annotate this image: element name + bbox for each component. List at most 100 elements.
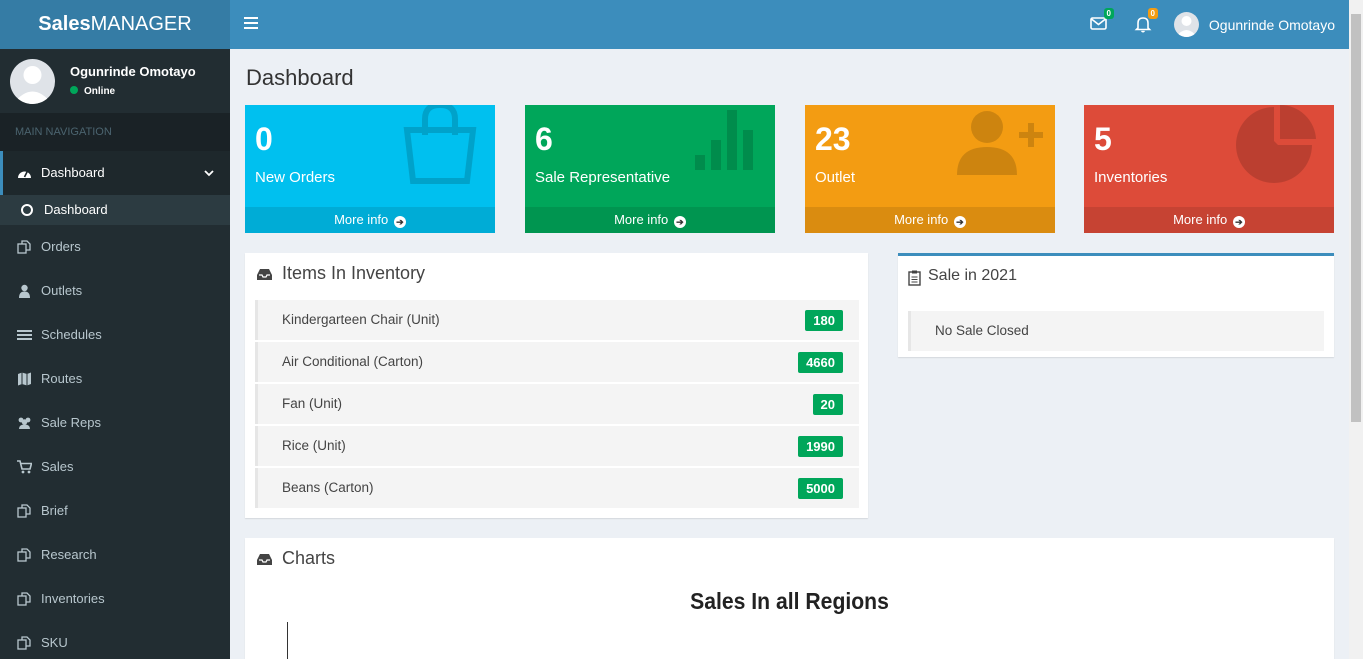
- more-info-label: More info: [894, 212, 949, 227]
- more-info-label: More info: [614, 212, 669, 227]
- more-info-link[interactable]: More info ➔: [805, 207, 1055, 233]
- sidebar-item-label: Brief: [41, 503, 68, 518]
- user-icon: [19, 284, 30, 298]
- stat-label: Inventories: [1094, 169, 1168, 186]
- arrow-circle-right-icon: ➔: [953, 216, 966, 228]
- sidebar: Ogunrinde Omotayo Online MAIN NAVIGATION…: [0, 49, 230, 659]
- more-info-link[interactable]: More info ➔: [525, 207, 775, 233]
- sidebar-item-label: Research: [41, 547, 97, 562]
- pie-chart-icon: [1236, 105, 1316, 183]
- sidebar-user-panel: Ogunrinde Omotayo Online: [0, 49, 230, 113]
- status-indicator: Online: [70, 86, 115, 97]
- users-icon: [18, 417, 31, 429]
- inventory-box: Items In Inventory Kindergarteen Chair (…: [245, 253, 868, 518]
- chart-y-axis: [287, 622, 288, 659]
- sidebar-item-label: Inventories: [41, 591, 105, 606]
- more-info-label: More info: [334, 212, 389, 227]
- more-info-link[interactable]: More info ➔: [245, 207, 495, 233]
- sales-box: Sale in 2021 No Sale Closed: [898, 253, 1334, 357]
- sidebar-avatar: [10, 59, 55, 104]
- scrollbar-thumb[interactable]: [1351, 14, 1361, 422]
- sidebar-header: MAIN NAVIGATION: [0, 113, 230, 151]
- header-user-name: Ogunrinde Omotayo: [1208, 16, 1335, 33]
- sidebar-item-orders[interactable]: Orders: [0, 225, 230, 269]
- sidebar-subitem-label: Dashboard: [44, 202, 108, 217]
- stat-value: 0: [255, 121, 273, 157]
- notifications-badge: 0: [1147, 8, 1158, 19]
- list-item: No Sale Closed: [908, 311, 1324, 351]
- shopping-bag-icon: [403, 105, 477, 184]
- charts-title: Charts: [282, 548, 336, 568]
- status-text: Online: [84, 86, 116, 97]
- arrow-circle-right-icon: ➔: [393, 216, 406, 228]
- sidebar-item-sale-reps[interactable]: Sale Reps: [0, 401, 230, 445]
- stat-box-inventories: 5 Inventories More info ➔: [1084, 105, 1334, 233]
- sidebar-item-research[interactable]: Research: [0, 533, 230, 577]
- stat-value: 6: [535, 121, 553, 157]
- user-avatar: [1173, 12, 1199, 37]
- stat-value: 5: [1094, 121, 1112, 157]
- copy-icon: [17, 240, 31, 254]
- stat-box-sale-representative: 6 Sale Representative More info ➔: [525, 105, 775, 233]
- quantity-badge: 4660: [798, 352, 843, 373]
- quantity-badge: 1990: [798, 436, 843, 457]
- item-name: Air Conditional (Carton): [282, 354, 424, 369]
- list-icon: [17, 330, 32, 340]
- more-info-label: More info: [1173, 212, 1228, 227]
- copy-icon: [17, 504, 31, 518]
- item-name: Kindergarteen Chair (Unit): [282, 312, 440, 327]
- inbox-icon: [257, 554, 272, 565]
- sales-title: Sale in 2021: [928, 267, 1017, 284]
- list-item[interactable]: Beans (Carton) 5000: [255, 468, 859, 508]
- bar-chart-icon: [695, 110, 753, 170]
- item-name: Rice (Unit): [282, 438, 346, 453]
- page-scrollbar[interactable]: [1349, 0, 1363, 659]
- sidebar-item-routes[interactable]: Routes: [0, 357, 230, 401]
- list-item[interactable]: Air Conditional (Carton) 4660: [255, 342, 859, 382]
- stat-label: Outlet: [815, 169, 856, 186]
- user-menu[interactable]: Ogunrinde Omotayo: [1173, 12, 1335, 37]
- dashboard-icon: [18, 170, 31, 178]
- sidebar-item-label: Routes: [41, 371, 83, 386]
- quantity-badge: 5000: [798, 478, 843, 499]
- stat-label: New Orders: [255, 169, 336, 186]
- sidebar-item-sku[interactable]: SKU: [0, 621, 230, 659]
- inventory-title: Items In Inventory: [282, 263, 426, 283]
- stat-box-new-orders: 0 New Orders More info ➔: [245, 105, 495, 233]
- copy-icon: [17, 548, 31, 562]
- brand-bold: Sales: [38, 13, 91, 35]
- stat-label: Sale Representative: [535, 169, 671, 186]
- list-item[interactable]: Kindergarteen Chair (Unit) 180: [255, 300, 859, 340]
- circle-icon: [21, 204, 33, 216]
- more-info-link[interactable]: More info ➔: [1084, 207, 1334, 233]
- copy-icon: [17, 592, 31, 606]
- sidebar-item-label: Orders: [41, 239, 81, 254]
- sidebar-item-label: Sales: [41, 459, 74, 474]
- menu-toggle-icon[interactable]: [244, 14, 258, 34]
- brand-light: MANAGER: [90, 13, 192, 35]
- sidebar-item-inventories[interactable]: Inventories: [0, 577, 230, 621]
- page-title: Dashboard: [246, 65, 354, 90]
- messages-button[interactable]: 0: [1088, 8, 1114, 35]
- sidebar-item-schedules[interactable]: Schedules: [0, 313, 230, 357]
- arrow-circle-right-icon: ➔: [673, 216, 686, 228]
- sidebar-item-brief[interactable]: Brief: [0, 489, 230, 533]
- brand-logo[interactable]: SalesMANAGER: [0, 0, 230, 49]
- stat-value: 23: [815, 121, 851, 157]
- chevron-down-icon: [204, 151, 214, 195]
- map-icon: [18, 372, 31, 386]
- notifications-button[interactable]: 0: [1132, 8, 1158, 35]
- sidebar-item-label: Sale Reps: [41, 415, 101, 430]
- list-item[interactable]: Rice (Unit) 1990: [255, 426, 859, 466]
- sidebar-item-outlets[interactable]: Outlets: [0, 269, 230, 313]
- stat-box-outlet: 23 Outlet More info ➔: [805, 105, 1055, 233]
- cart-icon: [17, 460, 32, 474]
- sidebar-subitem-dashboard[interactable]: Dashboard: [0, 195, 230, 225]
- list-item[interactable]: Fan (Unit) 20: [255, 384, 859, 424]
- sidebar-item-sales[interactable]: Sales: [0, 445, 230, 489]
- item-name: Fan (Unit): [282, 396, 343, 411]
- sales-message: No Sale Closed: [935, 323, 1029, 338]
- inbox-icon: [257, 269, 272, 280]
- arrow-circle-right-icon: ➔: [1232, 216, 1245, 228]
- sidebar-item-dashboard[interactable]: Dashboard: [0, 151, 230, 195]
